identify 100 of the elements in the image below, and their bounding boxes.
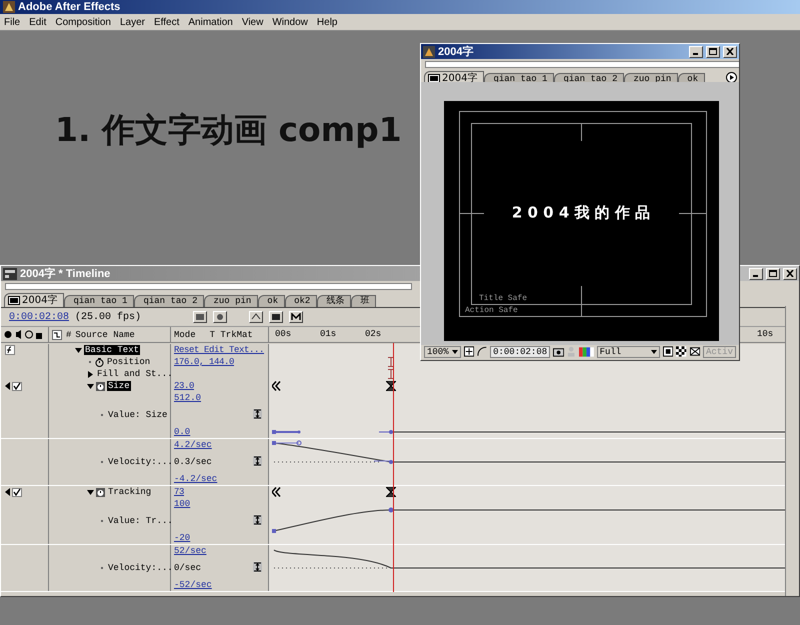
fit-graph-icon[interactable] — [253, 409, 262, 419]
m-letter-icon — [291, 313, 302, 321]
time-field[interactable]: 0:00:02:08 — [490, 346, 550, 358]
twirl-icon[interactable] — [87, 488, 94, 496]
motion-blur-button[interactable] — [289, 311, 304, 323]
stopwatch-icon[interactable] — [96, 382, 105, 390]
switch-icons — [4, 330, 44, 339]
effect-switch-icon[interactable] — [5, 345, 15, 355]
close-button[interactable] — [723, 46, 737, 58]
tab[interactable]: 线条 — [317, 295, 352, 307]
maximize-icon — [769, 270, 777, 277]
twirl-icon[interactable] — [75, 346, 82, 354]
layer-name: Velocity:... — [107, 457, 174, 467]
stopwatch-icon[interactable] — [96, 488, 105, 496]
layer-name: Size — [107, 381, 131, 391]
layer-button[interactable] — [213, 311, 228, 323]
property-value[interactable]: 176.0, 144.0 — [171, 357, 234, 367]
tab[interactable]: ok2 — [285, 295, 318, 307]
fit-graph-icon[interactable] — [253, 562, 262, 572]
tab-label: 2004字 — [22, 295, 58, 306]
ruler-label: 00s — [275, 329, 292, 339]
graph-max-value[interactable]: 512.0 — [174, 393, 202, 403]
layer-name: Value: Size — [107, 410, 168, 420]
film-button[interactable] — [269, 311, 284, 323]
checkerboard-icon[interactable] — [676, 346, 687, 357]
graph-min-value[interactable]: 0.0 — [174, 427, 190, 437]
checkbox-icon[interactable] — [12, 382, 22, 390]
graph-max-value[interactable]: 4.2/sec — [174, 440, 212, 450]
ruler-label: 10s — [757, 329, 774, 339]
time-navigator-bar[interactable] — [425, 61, 739, 68]
twirl-icon[interactable] — [87, 382, 94, 390]
tab[interactable]: qian tao 2 — [134, 295, 204, 307]
fit-graph-icon[interactable] — [253, 515, 262, 525]
minimize-button[interactable] — [749, 268, 763, 280]
graph-min-value[interactable]: -4.2/sec — [174, 474, 218, 484]
tab[interactable]: ok — [258, 295, 286, 307]
color-channels-icon[interactable] — [578, 346, 594, 356]
circle-icon — [215, 313, 226, 321]
stopwatch-icon[interactable] — [95, 358, 104, 366]
camera-icon[interactable] — [553, 346, 564, 356]
maximize-button[interactable] — [706, 46, 720, 58]
region-icon[interactable] — [663, 346, 674, 357]
mask-icon[interactable] — [476, 346, 488, 357]
i-beam-marker-icon — [388, 369, 394, 379]
property-value[interactable]: Reset Edit Text... — [171, 345, 264, 355]
layer-name: Basic Text — [84, 345, 140, 355]
graph-mid-value: 0.3/sec — [174, 457, 212, 467]
window-title: 2004字 * Timeline — [20, 266, 110, 281]
menu-item[interactable]: Animation — [188, 16, 233, 28]
property-value[interactable]: 23.0 — [171, 381, 194, 391]
tab[interactable]: zuo pin — [204, 295, 258, 307]
menu-item[interactable]: Effect — [154, 16, 180, 28]
graph-max-value[interactable]: 100 — [174, 499, 190, 509]
zoom-dropdown[interactable]: 100% — [424, 346, 461, 358]
tab[interactable]: 班 — [351, 295, 376, 307]
safe-margins-icon[interactable] — [464, 346, 474, 357]
maximize-button[interactable] — [766, 268, 780, 280]
frame-rate: (25.00 fps) — [75, 312, 142, 322]
envelope-icon[interactable] — [690, 346, 700, 357]
resolution-dropdown[interactable]: Full — [596, 346, 660, 358]
layer-name: Tracking — [107, 487, 152, 497]
tab[interactable]: 2004字 — [4, 293, 64, 307]
graph-max-value[interactable]: 52/sec — [174, 546, 206, 556]
composition-window-icon — [423, 46, 435, 58]
annotation-text: 1. 作文字动画 comp1 — [55, 109, 402, 151]
tab[interactable]: qian tao 1 — [64, 295, 134, 307]
close-button[interactable] — [783, 268, 797, 280]
menu-item[interactable]: Help — [316, 16, 338, 28]
checkbox-icon[interactable] — [12, 488, 22, 496]
comp-button[interactable] — [193, 311, 208, 323]
graph-button[interactable] — [249, 311, 264, 323]
layer-name: Velocity:... — [107, 563, 174, 573]
ruler-label: 02s — [365, 329, 382, 339]
property-value[interactable]: 73 — [171, 487, 184, 497]
twirl-icon[interactable] — [87, 370, 94, 378]
menu-item[interactable]: Edit — [29, 16, 46, 28]
graph-min-value[interactable]: -20 — [174, 533, 190, 543]
scroll-right-icon[interactable] — [726, 72, 737, 83]
menu-item[interactable]: File — [4, 16, 20, 28]
keyframe-nav-icon[interactable] — [5, 488, 10, 496]
close-icon — [786, 270, 794, 277]
menu-item[interactable]: Layer — [120, 16, 145, 28]
scroll-bar[interactable] — [785, 306, 799, 596]
menu-item[interactable]: View — [242, 16, 264, 28]
graph-min-value[interactable]: -52/sec — [174, 580, 212, 590]
fit-graph-icon[interactable] — [253, 456, 262, 466]
i-beam-marker-icon — [388, 357, 394, 367]
chevron-icon — [251, 313, 262, 321]
minimize-button[interactable] — [689, 46, 703, 58]
keyframe-nav-icon[interactable] — [5, 382, 10, 390]
app-icon — [3, 1, 15, 13]
menu-item[interactable]: Window — [272, 16, 308, 28]
time-navigator-bar[interactable] — [5, 283, 412, 290]
window-title: 2004字 — [438, 44, 474, 59]
current-time[interactable]: 0:00:02:08 — [9, 312, 70, 322]
timeline-icon — [3, 268, 17, 280]
column-header: # — [66, 330, 72, 340]
column-header: T TrkMat — [210, 330, 253, 340]
composition-icon — [8, 296, 20, 305]
menu-item[interactable]: Composition — [55, 16, 111, 28]
